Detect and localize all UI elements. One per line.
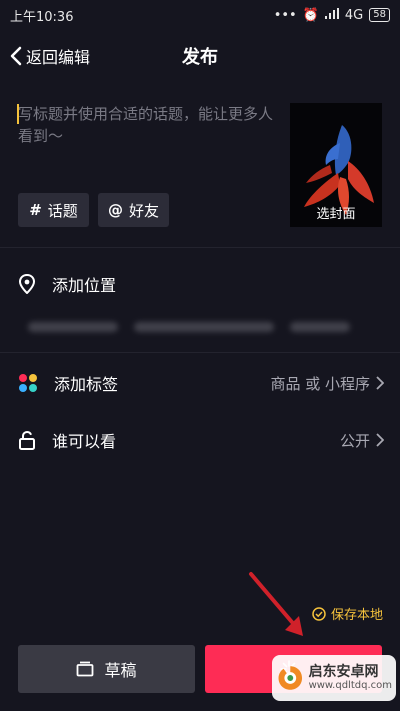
watermark-url: www.qdltdq.com xyxy=(308,680,392,691)
location-suggestions xyxy=(0,312,400,342)
status-bar: 上午10:36 ••• ⏰ 4G 58 xyxy=(0,0,400,30)
back-button[interactable]: 返回编辑 xyxy=(10,44,90,68)
watermark-title: 启东安卓网 xyxy=(308,664,379,680)
add-tag-label: 添加标签 xyxy=(54,375,119,394)
add-location-row[interactable]: 添加位置 xyxy=(18,264,384,304)
battery-icon: 58 xyxy=(369,8,390,22)
alarm-icon: ⏰ xyxy=(302,7,319,23)
visibility-label: 谁可以看 xyxy=(52,432,117,451)
at-icon: @ xyxy=(107,201,123,219)
location-pin-icon xyxy=(18,274,36,294)
unlock-icon xyxy=(19,430,35,450)
status-icons: ••• ⏰ 4G 58 xyxy=(273,7,390,23)
add-location-label: 添加位置 xyxy=(52,276,117,295)
annotation-arrow-icon xyxy=(249,572,303,636)
visibility-value: 公开 xyxy=(340,430,384,451)
add-tag-row[interactable]: 添加标签 商品 或 小程序 xyxy=(18,363,384,403)
visibility-value-text: 公开 xyxy=(339,431,370,450)
watermark-text: 启东安卓网 www.qdltdq.com xyxy=(309,664,392,692)
signal-icon xyxy=(324,7,339,23)
tag-dots-icon xyxy=(19,374,37,392)
draft-button-label: 草稿 xyxy=(104,661,137,680)
network-label: 4G xyxy=(344,7,364,23)
draft-button[interactable]: 草稿 xyxy=(18,645,195,693)
draft-box-icon xyxy=(77,661,94,677)
hash-icon: # xyxy=(29,201,42,219)
status-time: 上午10:36 xyxy=(10,9,74,25)
chevron-right-icon xyxy=(376,433,384,447)
divider xyxy=(0,352,400,353)
divider xyxy=(0,247,400,248)
back-label: 返回编辑 xyxy=(26,48,91,67)
tag-value: 商品 或 小程序 xyxy=(270,373,384,394)
site-watermark: 启东安卓网 www.qdltdq.com xyxy=(272,655,396,701)
chevron-right-icon xyxy=(376,376,384,390)
topic-chip-label: 话题 xyxy=(47,201,78,220)
friend-chip[interactable]: @ 好友 xyxy=(98,193,169,227)
watermark-logo-icon xyxy=(278,666,303,690)
title-input[interactable]: 写标题并使用合适的话题，能让更多人看到～ xyxy=(18,103,273,163)
save-local-label: 保存本地 xyxy=(331,608,384,623)
cover-label: 选封面 xyxy=(316,207,356,222)
cover-picker[interactable]: 选封面 xyxy=(290,103,382,227)
tag-value-text: 商品 或 小程序 xyxy=(270,374,370,393)
dots-icon: ••• xyxy=(273,7,297,23)
nav-bar: 返回编辑 发布 xyxy=(0,34,400,78)
visibility-row[interactable]: 谁可以看 公开 xyxy=(18,420,384,460)
friend-chip-label: 好友 xyxy=(128,201,159,220)
topic-chip[interactable]: # 话题 xyxy=(18,193,89,227)
save-local-toggle[interactable]: 保存本地 xyxy=(312,604,383,623)
chevron-left-icon xyxy=(10,46,22,66)
